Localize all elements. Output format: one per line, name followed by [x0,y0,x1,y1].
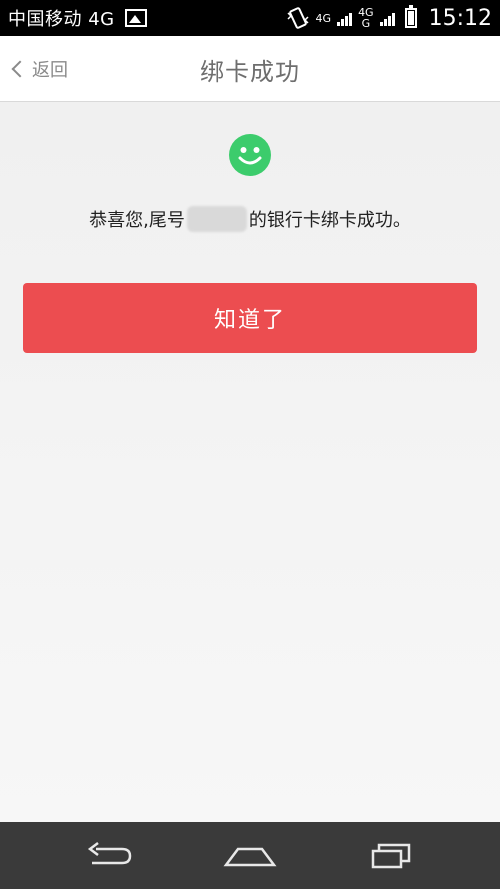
status-left: 中国移动 4G [8,5,147,31]
signal-strength-secondary-icon [379,10,395,26]
nav-recent-apps-button[interactable] [346,822,436,889]
success-message: 恭喜您,尾号 的银行卡绑卡成功。 [0,206,500,232]
success-message-suffix: 的银行卡绑卡成功。 [248,210,411,231]
main-content: 恭喜您,尾号 的银行卡绑卡成功。 知道了 [0,102,500,822]
home-icon [223,847,277,866]
masked-card-number [186,206,247,232]
title-bar: 返回 绑卡成功 [0,36,500,102]
navigation-bar [0,822,500,889]
battery-icon [404,5,417,28]
network-type-label: 4G [316,13,332,24]
network-type-secondary-bottom: G [361,17,371,30]
signal-strength-icon [337,10,353,26]
nav-back-button[interactable] [64,822,154,889]
confirm-button[interactable]: 知道了 [23,283,477,353]
back-arrow-icon [87,841,132,864]
status-bar: 中国移动 4G 4G 4G G 15:12 [0,0,500,36]
carrier-label: 中国移动 4G [8,9,115,30]
page-title: 绑卡成功 [200,58,300,86]
nav-home-button[interactable] [205,822,295,889]
network-type-text: 4G [315,11,332,25]
clock: 15:12 [428,5,492,31]
smiley-icon [229,134,271,176]
vibrate-icon [287,7,309,29]
image-notification-icon [124,9,147,27]
success-message-prefix: 恭喜您,尾号 [89,210,185,231]
network-type-secondary: 4G G [358,7,374,29]
recent-apps-icon [371,843,411,868]
status-right: 4G 4G G 15:12 [286,5,492,31]
